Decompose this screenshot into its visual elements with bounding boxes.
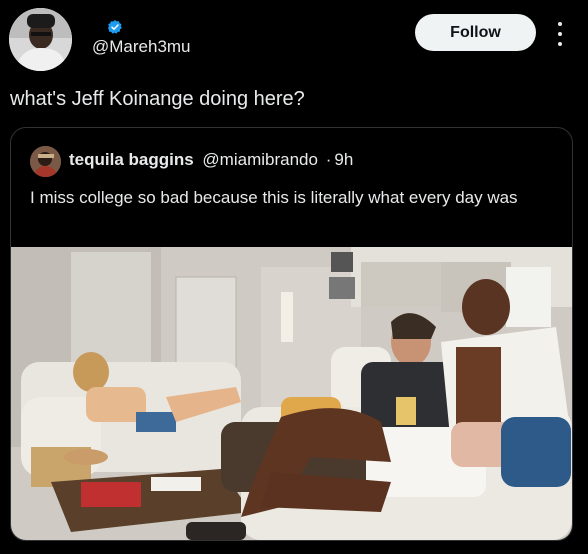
quoted-tweet-header: tequila baggins @miamibrando · 9h [69,150,353,170]
quoted-author-avatar[interactable] [30,146,61,177]
quoted-tweet-text: I miss college so bad because this is li… [30,188,518,207]
author-handle[interactable]: @Mareh3mu [92,37,191,57]
quoted-tweet-photo[interactable] [11,247,572,540]
quoted-tweet-time[interactable]: 9h [334,150,353,169]
quoted-author-name[interactable]: tequila baggins [69,150,194,169]
verified-badge-icon [107,20,122,34]
tweet-text: what's Jeff Koinange doing here? [10,88,305,110]
author-avatar[interactable] [9,8,72,71]
quoted-author-handle[interactable]: @miamibrando [202,150,318,169]
quoted-tweet-card[interactable]: tequila baggins @miamibrando · 9h I miss … [10,127,573,541]
more-options-icon[interactable] [552,20,568,48]
follow-button[interactable]: Follow [415,14,536,51]
header-separator: · [325,150,332,169]
